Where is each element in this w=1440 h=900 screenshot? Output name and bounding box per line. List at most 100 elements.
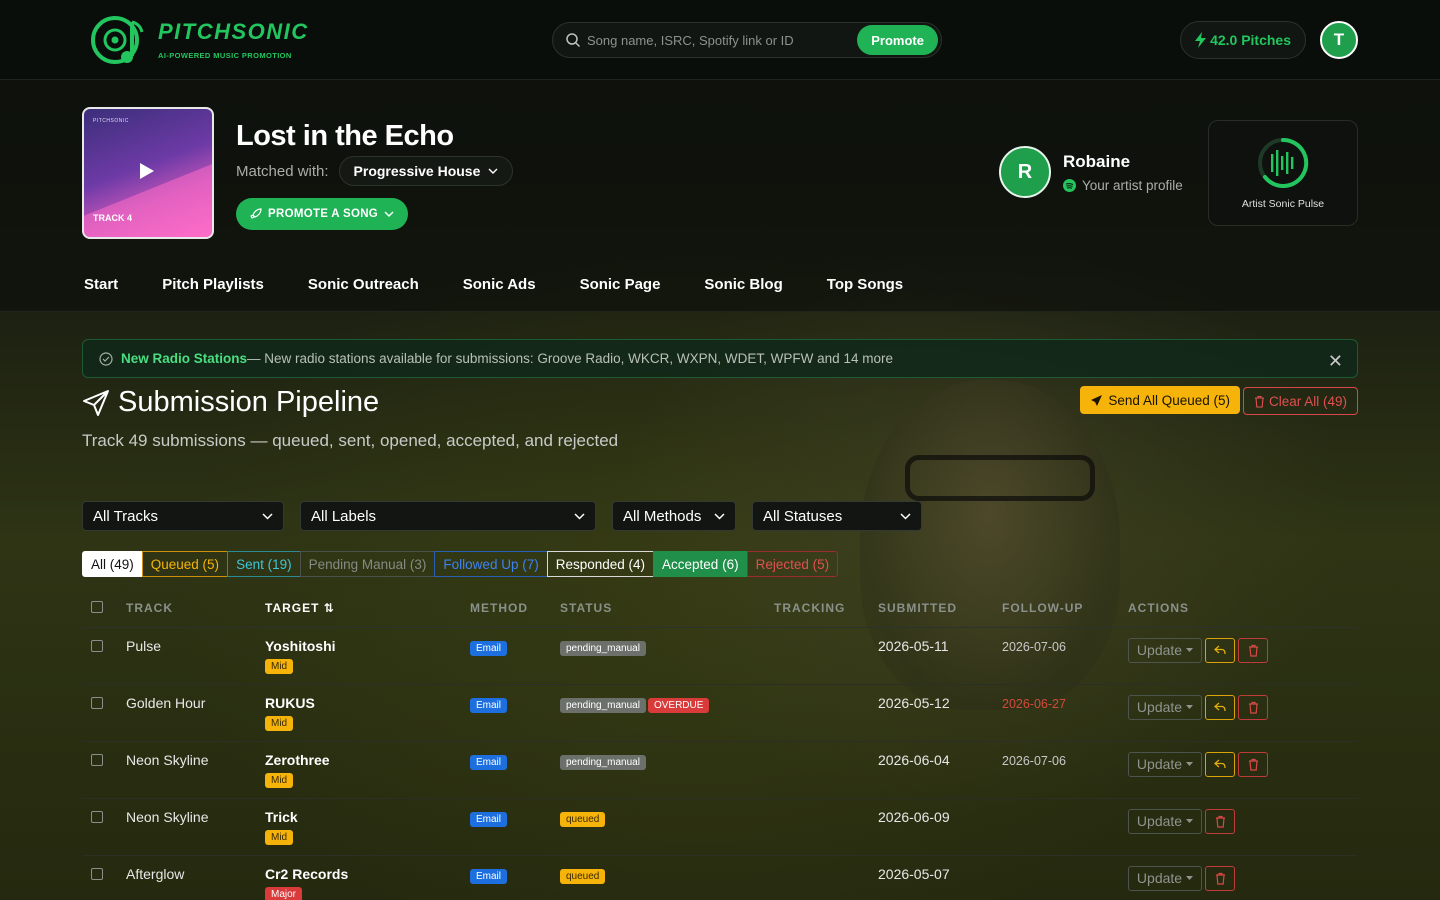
matched-label: Matched with: bbox=[236, 162, 329, 180]
submissions-table: TRACK TARGET ⇅ METHOD STATUS TRACKING SU… bbox=[82, 589, 1358, 900]
page-title: Submission Pipeline bbox=[118, 386, 380, 418]
artist-sonic-pulse-card[interactable]: Artist Sonic Pulse bbox=[1208, 120, 1358, 226]
tab-sent[interactable]: Sent (19) bbox=[227, 551, 301, 577]
nav-start[interactable]: Start bbox=[84, 276, 118, 293]
chevron-down-icon bbox=[262, 512, 273, 520]
logo-icon bbox=[91, 15, 144, 64]
header-target[interactable]: TARGET ⇅ bbox=[265, 589, 470, 628]
tab-pending-manual[interactable]: Pending Manual (3) bbox=[299, 551, 436, 577]
tracks-filter[interactable]: All Tracks bbox=[82, 501, 284, 531]
method-badge: Email bbox=[470, 868, 508, 884]
methods-filter[interactable]: All Methods bbox=[612, 501, 736, 531]
tier-badge: Mid bbox=[265, 658, 294, 674]
promote-button[interactable]: Promote bbox=[857, 25, 938, 55]
status-badge: pending_manual bbox=[560, 697, 646, 713]
select-all-checkbox[interactable] bbox=[91, 601, 103, 614]
chevron-down-icon bbox=[900, 512, 911, 520]
track-cover[interactable]: PITCHSONIC TRACK 4 bbox=[82, 107, 214, 239]
nav-sonic-ads[interactable]: Sonic Ads bbox=[463, 276, 536, 293]
chevron-down-icon bbox=[488, 168, 498, 174]
row-checkbox[interactable] bbox=[91, 639, 103, 652]
pitches-balance[interactable]: 42.0 Pitches bbox=[1180, 20, 1306, 59]
row-track: Neon Skyline bbox=[126, 741, 265, 799]
cover-brand: PITCHSONIC bbox=[93, 118, 129, 124]
row-target[interactable]: Cr2 Records bbox=[265, 866, 470, 882]
row-submitted: 2026-05-11 bbox=[878, 627, 1002, 685]
statuses-filter-value: All Statuses bbox=[763, 507, 843, 525]
nav-sonic-outreach[interactable]: Sonic Outreach bbox=[308, 276, 419, 293]
search-input[interactable] bbox=[587, 32, 858, 48]
follow-up-button[interactable] bbox=[1205, 637, 1235, 663]
follow-up-button[interactable] bbox=[1205, 751, 1235, 777]
header-followup[interactable]: FOLLOW-UP bbox=[1002, 589, 1128, 628]
promote-song-button[interactable]: PROMOTE A SONG bbox=[236, 198, 409, 230]
header-status[interactable]: STATUS bbox=[560, 589, 774, 628]
update-label: Update bbox=[1136, 870, 1183, 886]
send-all-queued-label: Send All Queued (5) bbox=[1108, 392, 1230, 408]
tab-queued[interactable]: Queued (5) bbox=[141, 551, 229, 577]
delete-button[interactable] bbox=[1205, 808, 1235, 834]
send-all-queued-button[interactable]: Send All Queued (5) bbox=[1080, 386, 1240, 414]
user-avatar[interactable]: T bbox=[1320, 20, 1358, 59]
tab-accepted[interactable]: Accepted (6) bbox=[653, 551, 748, 577]
row-target[interactable]: Zerothree bbox=[265, 752, 470, 768]
row-track: Pulse bbox=[126, 627, 265, 685]
tab-rejected[interactable]: Rejected (5) bbox=[746, 551, 839, 577]
rocket-icon bbox=[250, 208, 262, 219]
status-badge: pending_manual bbox=[560, 640, 646, 656]
sonic-pulse-icon bbox=[1258, 137, 1309, 188]
row-track: Neon Skyline bbox=[126, 798, 265, 856]
row-tracking bbox=[774, 741, 878, 799]
update-dropdown[interactable]: Update bbox=[1128, 637, 1202, 663]
update-label: Update bbox=[1136, 756, 1183, 772]
update-label: Update bbox=[1136, 813, 1183, 829]
nav-sonic-blog[interactable]: Sonic Blog bbox=[704, 276, 782, 293]
tab-followed-up[interactable]: Followed Up (7) bbox=[434, 551, 548, 577]
header-actions: ACTIONS bbox=[1128, 589, 1358, 628]
lightning-icon bbox=[1195, 31, 1207, 48]
genre-dropdown[interactable]: Progressive House bbox=[338, 156, 514, 186]
close-icon[interactable]: ✕ bbox=[1328, 351, 1343, 372]
delete-button[interactable] bbox=[1238, 694, 1268, 720]
header-method[interactable]: METHOD bbox=[470, 589, 560, 628]
check-circle-icon bbox=[99, 351, 113, 366]
play-icon[interactable] bbox=[140, 163, 154, 179]
nav-top-songs[interactable]: Top Songs bbox=[827, 276, 903, 293]
row-target[interactable]: Yoshitoshi bbox=[265, 638, 470, 654]
header-track[interactable]: TRACK bbox=[126, 589, 265, 628]
clear-all-button[interactable]: Clear All (49) bbox=[1242, 387, 1358, 415]
tab-all[interactable]: All (49) bbox=[82, 551, 143, 577]
update-dropdown[interactable]: Update bbox=[1128, 865, 1202, 891]
row-target[interactable]: Trick bbox=[265, 809, 470, 825]
track-title: Lost in the Echo bbox=[236, 120, 454, 152]
artist-profile[interactable]: R Robaine Your artist profile bbox=[999, 146, 1183, 198]
nav-sonic-page[interactable]: Sonic Page bbox=[580, 276, 661, 293]
update-dropdown[interactable]: Update bbox=[1128, 694, 1202, 720]
delete-button[interactable] bbox=[1238, 637, 1268, 663]
tier-badge: Major bbox=[265, 886, 303, 900]
statuses-filter[interactable]: All Statuses bbox=[752, 501, 922, 531]
send-icon bbox=[1091, 394, 1103, 406]
row-target[interactable]: RUKUS bbox=[265, 695, 470, 711]
row-submitted: 2026-05-07 bbox=[878, 855, 1002, 900]
header-tracking[interactable]: TRACKING bbox=[774, 589, 878, 628]
header-submitted[interactable]: SUBMITTED bbox=[878, 589, 1002, 628]
delete-button[interactable] bbox=[1205, 865, 1235, 891]
follow-up-button[interactable] bbox=[1205, 694, 1235, 720]
row-checkbox[interactable] bbox=[91, 867, 103, 880]
tier-badge: Mid bbox=[265, 715, 294, 731]
row-checkbox[interactable] bbox=[91, 810, 103, 823]
delete-button[interactable] bbox=[1238, 751, 1268, 777]
labels-filter[interactable]: All Labels bbox=[300, 501, 596, 531]
nav-pitch-playlists[interactable]: Pitch Playlists bbox=[162, 276, 264, 293]
update-dropdown[interactable]: Update bbox=[1128, 751, 1202, 777]
artist-profile-link[interactable]: Your artist profile bbox=[1082, 178, 1183, 193]
update-dropdown[interactable]: Update bbox=[1128, 808, 1202, 834]
logo[interactable]: PITCHSONIC AI-POWERED MUSIC PROMOTION bbox=[88, 12, 309, 68]
status-tabs: All (49) Queued (5) Sent (19) Pending Ma… bbox=[82, 551, 1358, 577]
sort-icon[interactable]: ⇅ bbox=[324, 601, 335, 615]
row-track: Afterglow bbox=[126, 855, 265, 900]
row-checkbox[interactable] bbox=[91, 696, 103, 709]
row-checkbox[interactable] bbox=[91, 753, 103, 766]
tab-responded[interactable]: Responded (4) bbox=[546, 551, 655, 577]
